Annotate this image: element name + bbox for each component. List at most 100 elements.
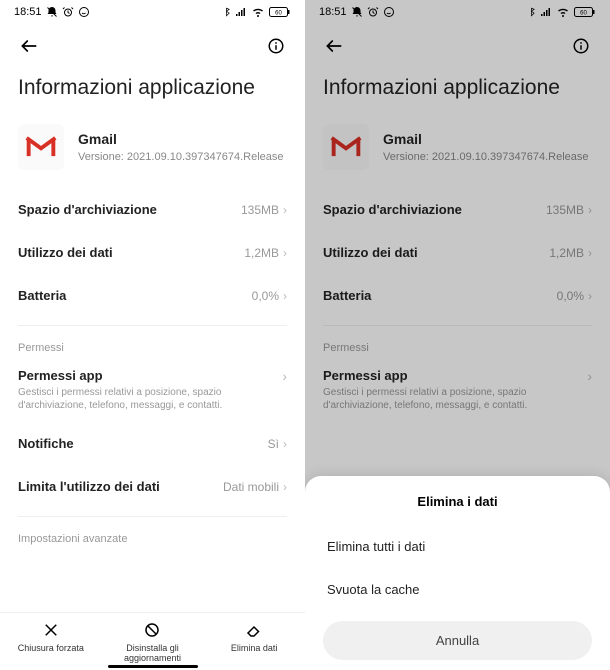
row-value: Sì [268,437,279,451]
row-limit-data[interactable]: Limita l'utilizzo dei dati Dati mobili › [0,465,305,508]
btn-label: Chiusura forzata [18,644,84,654]
battery-icon: 60 [574,6,596,18]
arrow-left-icon [324,36,344,56]
page-title: Informazioni applicazione [0,68,305,118]
action-sheet: Elimina i dati Elimina tutti i dati Svuo… [305,476,610,670]
nav-bar [305,24,610,68]
clock: 18:51 [319,6,347,18]
gesture-bar [108,665,198,668]
phone-left: 18:51 60 Informazioni applicazione [0,0,305,670]
sheet-option-clear-cache[interactable]: Svuota la cache [323,568,592,611]
row-value: 1,2MB [549,246,584,260]
status-bar: 18:51 60 [0,0,305,24]
arrow-left-icon [19,36,39,56]
row-storage[interactable]: Spazio d'archiviazione 135MB › [0,188,305,231]
row-value: Dati mobili [223,480,279,494]
row-sub: Gestisci i permessi relativi a posizione… [18,386,274,412]
row-label: Batteria [18,288,66,303]
row-label: Permessi app [323,368,579,383]
row-label: Limita l'utilizzo dei dati [18,479,160,494]
clock: 18:51 [14,6,42,18]
divider [18,325,287,326]
svg-text:60: 60 [275,11,282,17]
back-button[interactable] [319,31,349,61]
row-label: Spazio d'archiviazione [18,202,157,217]
close-icon [42,621,60,639]
app-icon [18,124,64,170]
row-battery[interactable]: Batteria 0,0% › [0,274,305,317]
force-stop-button[interactable]: Chiusura forzata [11,621,91,664]
gmail-icon [329,134,363,160]
back-button[interactable] [14,31,44,61]
row-label: Utilizzo dei dati [323,245,418,260]
row-app-permissions[interactable]: Permessi app Gestisci i permessi relativ… [305,358,610,422]
status-bar: 18:51 60 [305,0,610,24]
chevron-right-icon: › [283,437,287,451]
row-label: Notifiche [18,436,74,451]
battery-icon: 60 [269,6,291,18]
sheet-option-delete-all[interactable]: Elimina tutti i dati [323,525,592,568]
prohibit-icon [143,621,161,639]
app-icon [323,124,369,170]
info-icon [572,37,590,55]
chevron-right-icon: › [282,368,287,384]
clear-data-button[interactable]: Elimina dati [214,621,294,664]
bluetooth-icon [527,6,536,18]
sheet-cancel-button[interactable]: Annulla [323,621,592,660]
chevron-right-icon: › [587,368,592,384]
dnd-icon [46,6,58,18]
app-name: Gmail [78,131,284,147]
row-storage[interactable]: Spazio d'archiviazione 135MB › [305,188,610,231]
divider [323,325,592,326]
chevron-right-icon: › [588,289,592,303]
info-button[interactable] [566,31,596,61]
eraser-icon [245,621,263,639]
row-value: 0,0% [557,289,584,303]
alarm-icon [367,6,379,18]
row-notifications[interactable]: Notifiche Sì › [0,422,305,465]
row-value: 135MB [546,203,584,217]
chevron-right-icon: › [283,480,287,494]
row-value: 0,0% [252,289,279,303]
dnd-icon [351,6,363,18]
row-data-usage[interactable]: Utilizzo dei dati 1,2MB › [305,231,610,274]
row-app-permissions[interactable]: Permessi app Gestisci i permessi relativ… [0,358,305,422]
row-data-usage[interactable]: Utilizzo dei dati 1,2MB› [0,231,305,274]
info-button[interactable] [261,31,291,61]
gmail-icon [24,134,58,160]
chevron-right-icon: › [588,203,592,217]
bottom-bar: Chiusura forzata Disinstalla gli aggiorn… [0,612,305,670]
app-header: Gmail Versione: 2021.09.10.397347674.Rel… [0,118,305,188]
divider [18,516,287,517]
wifi-icon [556,6,570,18]
btn-label: Disinstalla gli aggiornamenti [112,644,192,664]
row-battery[interactable]: Batteria 0,0% › [305,274,610,317]
page-title: Informazioni applicazione [305,68,610,118]
row-value: 1,2MB [244,246,279,260]
app-version: Versione: 2021.09.10.397347674.Release [78,151,284,163]
row-sub: Gestisci i permessi relativi a posizione… [323,386,579,412]
uninstall-updates-button[interactable]: Disinstalla gli aggiornamenti [112,621,192,664]
whatsapp-icon [78,6,90,18]
row-value: 135MB [241,203,279,217]
nav-bar [0,24,305,68]
signal-icon [235,6,247,18]
chevron-right-icon: › [588,246,592,260]
app-header: Gmail Versione: 2021.09.10.397347674.Rel… [305,118,610,188]
svg-text:60: 60 [580,11,587,17]
wifi-icon [251,6,265,18]
whatsapp-icon [383,6,395,18]
row-label: Batteria [323,288,371,303]
section-permissions: Permessi [305,334,610,358]
chevron-right-icon: › [283,289,287,303]
alarm-icon [62,6,74,18]
app-version: Versione: 2021.09.10.397347674.Release [383,151,589,163]
chevron-right-icon: › [283,246,287,260]
row-label: Spazio d'archiviazione [323,202,462,217]
chevron-right-icon: › [283,203,287,217]
bluetooth-icon [222,6,231,18]
phone-right: 18:51 60 Informazioni applicazione [305,0,610,670]
info-icon [267,37,285,55]
sheet-title: Elimina i dati [323,494,592,509]
row-label: Permessi app [18,368,274,383]
